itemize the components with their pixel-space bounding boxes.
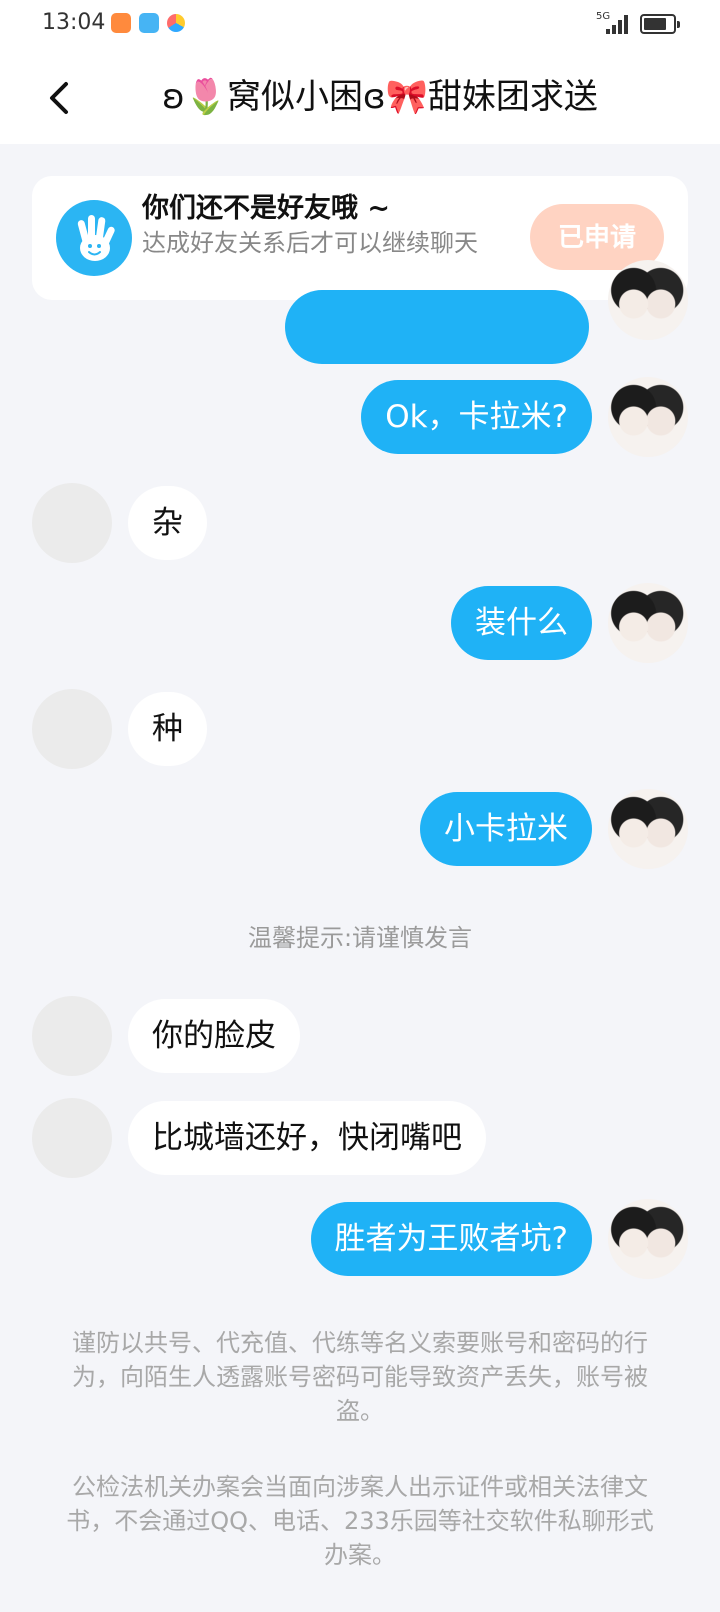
their-message-bubble[interactable]: 种: [128, 692, 207, 766]
my-avatar[interactable]: [608, 1199, 688, 1279]
their-avatar[interactable]: [32, 996, 112, 1076]
system-tip: 温馨提示:请谨慎发言: [247, 924, 473, 952]
my-avatar[interactable]: [608, 789, 688, 869]
my-avatar[interactable]: [608, 377, 688, 457]
message-bubble-partial: [285, 290, 589, 364]
their-message-bubble[interactable]: 你的脸皮: [128, 999, 300, 1073]
my-avatar[interactable]: [608, 260, 688, 340]
my-message-bubble[interactable]: 胜者为王败者坑?: [310, 1202, 592, 1276]
back-arrow-icon[interactable]: [46, 78, 76, 118]
their-message-bubble[interactable]: 比城墙还好，快闭嘴吧: [128, 1101, 486, 1175]
their-avatar[interactable]: [32, 689, 112, 769]
waving-hand-icon: [56, 200, 132, 276]
their-message-bubble[interactable]: 杂: [128, 486, 207, 560]
their-avatar[interactable]: [32, 1098, 112, 1178]
status-time: 13:04: [42, 10, 106, 35]
notice-subtitle: 达成好友关系后才可以继续聊天: [142, 229, 478, 257]
notification-pinwheel-icon: [167, 14, 185, 32]
legal-warning: 公检法机关办案会当面向涉案人出示证件或相关法律文书，不会通过QQ、电话、233乐…: [66, 1473, 654, 1569]
status-bar: 13:04 5G: [0, 0, 720, 50]
their-avatar[interactable]: [32, 483, 112, 563]
notification-app-icon: [111, 13, 131, 33]
my-avatar[interactable]: [608, 583, 688, 663]
battery-icon: [640, 14, 680, 34]
signal-icon: [606, 14, 630, 34]
notification-reader-icon: [139, 13, 159, 33]
my-message-bubble[interactable]: 装什么: [451, 586, 592, 660]
chat-messages: Ok，卡拉米? 杂 装什么 种 小卡拉米 温馨提示:请谨慎发言 你的脸皮 比城墙…: [0, 260, 720, 1612]
my-message-bubble[interactable]: Ok，卡拉米?: [361, 380, 592, 454]
chat-title: ʚ🌷窝似小困ɞ🎀甜妹团求送: [162, 77, 598, 117]
friend-notice-card: 你们还不是好友哦 ~ 达成好友关系后才可以继续聊天 已申请: [32, 176, 688, 300]
chat-header: ʚ🌷窝似小困ɞ🎀甜妹团求送: [0, 50, 720, 144]
my-message-bubble[interactable]: 小卡拉米: [420, 792, 592, 866]
security-warning: 谨防以共号、代充值、代练等名义索要账号和密码的行为，向陌生人透露账号密码可能导致…: [72, 1329, 648, 1425]
notice-title: 你们还不是好友哦 ~: [142, 193, 391, 224]
